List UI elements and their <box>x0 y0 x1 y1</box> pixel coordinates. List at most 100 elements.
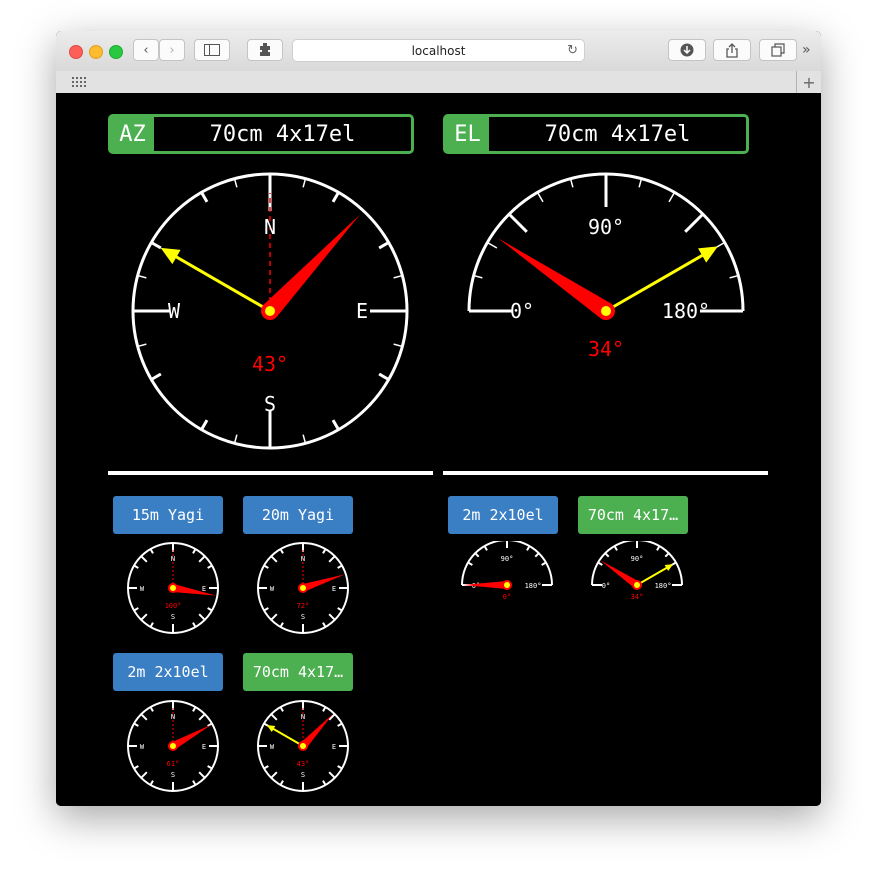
mini-compass-e-label: E <box>202 743 206 751</box>
mini-compass-s-label: S <box>301 613 305 621</box>
az-antenna-button[interactable]: 2m 2x10el <box>113 653 223 691</box>
mini-compass-s-label: S <box>301 771 305 779</box>
mini-needle-hub-center <box>300 585 306 591</box>
url-text: localhost <box>411 43 466 58</box>
mini-gauge-right-label: 180° <box>525 582 542 590</box>
mini-tick <box>328 771 336 779</box>
share-button[interactable] <box>713 39 751 61</box>
more-toolbar-icon[interactable]: » <box>802 42 811 58</box>
mini-tick <box>270 555 278 563</box>
mini-elevation-gauge[interactable]: 0°90°180°0° <box>459 541 555 605</box>
downloads-button[interactable] <box>668 39 706 61</box>
az-antenna-button[interactable]: 15m Yagi <box>113 496 223 534</box>
gauge-0-label: 0° <box>510 299 534 323</box>
el-antenna-button[interactable]: 2m 2x10el <box>448 496 558 534</box>
gauge-tick <box>508 213 528 233</box>
mini-needle-hub-center <box>634 582 640 588</box>
minimize-window-button[interactable] <box>89 45 103 59</box>
az-antenna-button[interactable]: 70cm 4x17… <box>243 653 353 691</box>
mini-needle-hub-center <box>504 582 510 588</box>
mini-compass-w-label: W <box>270 743 275 751</box>
mini-needle-hub-center <box>300 743 306 749</box>
mini-compass[interactable]: N E S W 61° <box>126 699 220 793</box>
sidebar-button[interactable] <box>194 39 230 61</box>
mini-compass-n-label: N <box>301 555 305 563</box>
mini-tick <box>140 613 148 621</box>
extension-button[interactable] <box>247 39 283 61</box>
elevation-gauge: 0° 90° 180° 34° <box>467 172 745 361</box>
mini-compass[interactable]: N E S W 100° <box>126 541 220 635</box>
grid-icon[interactable] <box>72 77 86 87</box>
mini-tick <box>140 771 148 779</box>
mini-tick <box>270 613 278 621</box>
mini-compass-s-label: S <box>171 771 175 779</box>
reload-icon[interactable]: ↻ <box>567 43 578 58</box>
mini-compass-e-label: E <box>202 585 206 593</box>
mini-compass-n-label: N <box>171 555 175 563</box>
mini-compass-w-label: W <box>140 585 145 593</box>
mini-compass-n-label: N <box>301 713 305 721</box>
azimuth-compass: N E S W 43° <box>131 172 409 450</box>
compass-tick <box>200 191 209 203</box>
mini-elevation-reading: 34° <box>631 593 644 601</box>
az-divider <box>108 471 433 475</box>
compass-tick <box>331 191 340 203</box>
mini-compass-w-label: W <box>140 743 145 751</box>
mini-tick <box>140 713 148 721</box>
gauge-tick <box>684 213 704 233</box>
back-button[interactable]: ‹ <box>133 39 159 61</box>
mini-compass[interactable]: N E S W 43° <box>256 699 350 793</box>
mini-tick <box>270 713 278 721</box>
tabs-overview-button[interactable] <box>759 39 797 61</box>
compass-tick <box>200 419 209 431</box>
compass-e-label: E <box>356 299 368 323</box>
mini-azimuth-reading: 100° <box>165 602 182 610</box>
target-arrow-shaft <box>163 248 271 313</box>
compass-tick <box>378 372 390 381</box>
mini-elevation-gauge[interactable]: 0° 90° 180° 34° <box>589 541 685 605</box>
el-antenna-button[interactable]: 70cm 4x17… <box>578 496 688 534</box>
address-bar[interactable]: localhost ↻ <box>292 39 585 62</box>
compass-tick <box>150 241 162 250</box>
tabs-icon <box>771 43 785 57</box>
gauge-tick <box>486 241 498 249</box>
mini-gauge-top-label: 90° <box>631 555 644 563</box>
az-antenna-button[interactable]: 20m Yagi <box>243 496 353 534</box>
compass-w-label: W <box>168 299 181 323</box>
puzzle-icon <box>260 43 270 56</box>
azimuth-reading: 43° <box>252 352 288 376</box>
az-antenna-name: 70cm 4x17el <box>209 121 356 147</box>
gauge-180-label: 180° <box>662 299 710 323</box>
mini-tick <box>270 771 278 779</box>
gauge-90-label: 90° <box>588 215 624 239</box>
gauge-tick <box>668 191 676 203</box>
mini-tick <box>198 771 206 779</box>
el-antenna-name: 70cm 4x17el <box>544 121 691 147</box>
el-divider <box>443 471 768 475</box>
elevation-reading: 34° <box>588 337 624 361</box>
forward-button[interactable]: › <box>159 39 185 61</box>
mini-azimuth-reading: 61° <box>167 760 180 768</box>
mini-compass-n-label: N <box>171 713 175 721</box>
heading-needle <box>263 214 361 318</box>
mini-compass[interactable]: N E S W 72° <box>256 541 350 635</box>
mini-gauge-right-label: 180° <box>655 582 672 590</box>
mini-tick <box>198 613 206 621</box>
mini-compass-e-label: E <box>332 585 336 593</box>
new-tab-button[interactable]: + <box>796 71 821 93</box>
el-header: EL 70cm 4x17el <box>443 114 749 154</box>
compass-s-label: S <box>264 392 276 416</box>
az-tag: AZ <box>111 117 154 151</box>
mini-tick <box>198 555 206 563</box>
mini-tick <box>328 613 336 621</box>
mini-needle-hub-center <box>170 743 176 749</box>
compass-tick <box>150 372 162 381</box>
compass-n-label: N <box>264 215 276 239</box>
page-content: AZ 70cm 4x17el EL 70cm 4x17el N E S W 43… <box>56 93 821 806</box>
close-window-button[interactable] <box>69 45 83 59</box>
az-header: AZ 70cm 4x17el <box>108 114 414 154</box>
share-icon <box>726 42 738 58</box>
mini-gauge-left-label: 0° <box>602 582 610 590</box>
zoom-window-button[interactable] <box>109 45 123 59</box>
needle-hub-center <box>601 306 611 316</box>
